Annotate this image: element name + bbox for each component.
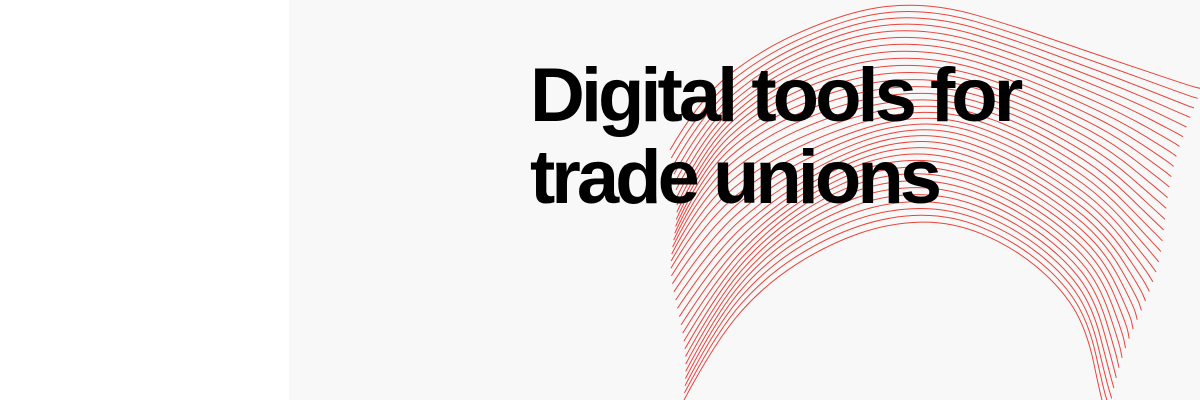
headline-line-2: trade unions xyxy=(530,135,942,220)
wave-line xyxy=(683,221,1103,400)
wave-line xyxy=(684,214,1108,400)
hero-banner: Digital tools for trade unions xyxy=(0,0,1200,400)
headline-line-1: Digital tools for xyxy=(530,53,1023,138)
headline: Digital tools for trade unions xyxy=(530,53,1023,220)
